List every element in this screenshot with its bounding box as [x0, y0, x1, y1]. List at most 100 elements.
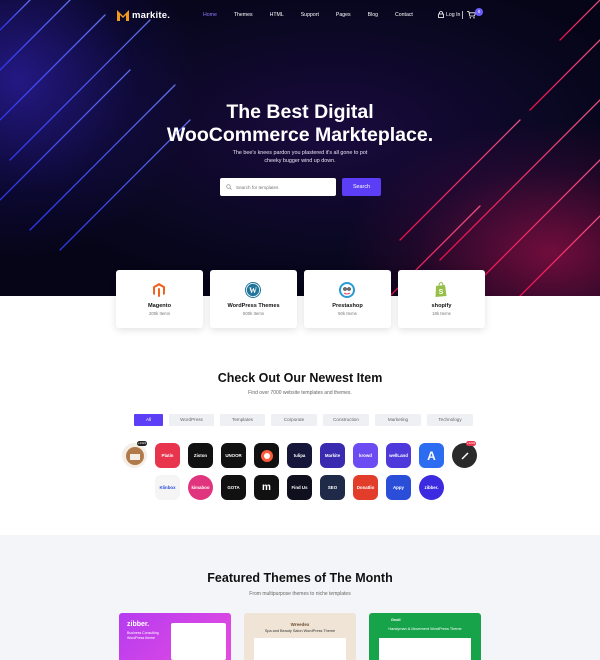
search-icon: [226, 184, 232, 190]
kimaboo-logo-icon: kimaboo: [191, 485, 210, 490]
logo-text: markite.: [132, 9, 171, 21]
tulipa-logo-icon: tulipa: [293, 453, 306, 458]
item-markite[interactable]: Markite: [320, 443, 345, 468]
filter-technology[interactable]: Technology: [427, 414, 473, 426]
platin-logo-icon: Platin: [161, 453, 174, 458]
filter-construction[interactable]: Construction: [323, 414, 369, 426]
item-gota[interactable]: GOTA: [221, 475, 246, 500]
menu-html[interactable]: HTML: [270, 12, 284, 18]
category-count: 200k Items: [148, 311, 171, 316]
item-tulipa[interactable]: tulipa: [287, 443, 312, 468]
menu-support[interactable]: Support: [301, 12, 319, 18]
featured-card-caption: Handyman & Movement WordPress Theme: [388, 627, 462, 631]
featured-card-preview: [254, 638, 346, 660]
featured-subtitle: From multipurpose themes to niche templa…: [249, 591, 351, 597]
item-unoor[interactable]: UNOOR: [221, 443, 246, 468]
menu-home[interactable]: Home: [203, 12, 217, 18]
klinbox-logo-icon: Klinbox: [159, 485, 176, 490]
item-appy[interactable]: Appy: [386, 475, 411, 500]
filter-templates[interactable]: Templates: [220, 414, 265, 426]
unoor-logo-icon: UNOOR: [225, 453, 242, 458]
item-m[interactable]: m: [254, 475, 279, 500]
featured-card-caption: Business Consulting WordPress theme: [127, 631, 159, 640]
search-input[interactable]: [236, 184, 326, 190]
filter-corporate[interactable]: Corporate: [271, 414, 317, 426]
item-zibber[interactable]: zibber.: [419, 475, 444, 500]
m-logo-icon: m: [262, 482, 271, 493]
donatlio-logo-icon: Donatlio: [356, 485, 375, 490]
menu-blog[interactable]: Blog: [368, 12, 378, 18]
appy-logo-icon: Appy: [393, 485, 404, 490]
menu-themes[interactable]: Themes: [234, 12, 253, 18]
item-tag: +1234: [466, 441, 476, 446]
newest-subtitle: Find over 7000 website templates and the…: [248, 390, 352, 396]
dollar-logo-icon: [460, 451, 469, 460]
category-card-wordpress[interactable]: W WordPress Themes 500k Items: [210, 270, 297, 328]
item-platin[interactable]: Platin: [155, 443, 180, 468]
category-name: shopify: [431, 303, 452, 309]
login-link[interactable]: Log In: [438, 11, 460, 18]
featured-card-label: Wreedex: [290, 622, 310, 627]
item-coffee[interactable]: [122, 443, 147, 468]
item-findus[interactable]: Find Us: [287, 475, 312, 500]
zibber-logo-icon: zibber.: [424, 485, 439, 490]
seo-logo-icon: SEO: [327, 485, 338, 490]
svg-text:W: W: [249, 286, 257, 295]
item-ziston[interactable]: Ziston: [188, 443, 213, 468]
site-logo[interactable]: markite.: [117, 9, 170, 21]
featured-card-geoll[interactable]: Geoll Handyman & Movement WordPress Them…: [369, 613, 481, 660]
hero-title-line1: The Best Digital: [226, 101, 374, 123]
category-count: 18k Items: [432, 311, 451, 316]
featured-card-caption: Spa and Beauty Salon WordPress Theme: [264, 629, 336, 633]
filter-tabs: All WordPress Templates Corporate Constr…: [134, 414, 473, 426]
login-label: Log In: [446, 11, 461, 18]
filter-wordpress[interactable]: WordPress: [169, 414, 214, 426]
featured-title: Featured Themes of The Month: [207, 571, 393, 585]
featured-card-wreedex[interactable]: Wreedex Spa and Beauty Salon WordPress T…: [244, 613, 356, 660]
featured-card-zibber[interactable]: zibber. Business Consulting WordPress th…: [119, 613, 231, 660]
filter-marketing[interactable]: Marketing: [375, 414, 421, 426]
magento-icon: [153, 283, 165, 297]
category-name: WordPress Themes: [227, 303, 280, 309]
featured-card-preview: [171, 623, 226, 660]
shopify-icon: S: [435, 281, 447, 297]
item-krowd[interactable]: krowd: [353, 443, 378, 468]
item-food[interactable]: [254, 443, 279, 468]
item-welland[interactable]: wellLand: [386, 443, 411, 468]
item-kimaboo[interactable]: kimaboo: [188, 475, 213, 500]
item-dollar[interactable]: [452, 443, 477, 468]
nav-divider: [462, 11, 463, 19]
search-box: [220, 178, 336, 196]
item-seo[interactable]: SEO: [320, 475, 345, 500]
coffee-logo-icon: [125, 446, 144, 465]
item-klinbox[interactable]: Klinbox: [155, 475, 180, 500]
welland-logo-icon: wellLand: [389, 453, 408, 458]
menu-pages[interactable]: Pages: [336, 12, 351, 18]
markite-logo-icon: Markite: [324, 453, 341, 458]
item-donatlio[interactable]: Donatlio: [353, 475, 378, 500]
hero-title: The Best Digital WooCommerce Markteplace…: [0, 101, 600, 147]
gota-logo-icon: GOTA: [227, 485, 240, 490]
menu-contact[interactable]: Contact: [395, 12, 413, 18]
category-card-shopify[interactable]: S shopify 18k Items: [398, 270, 485, 328]
food-logo-icon: [260, 449, 273, 462]
featured-card-label: zibber.: [127, 621, 150, 628]
markite-logo-icon: [117, 10, 129, 21]
hero-section: markite. Home Themes HTML Support Pages …: [0, 0, 600, 296]
category-card-magento[interactable]: Magento 200k Items: [116, 270, 203, 328]
hero-subtitle: The bee's knees pardon you plastered it'…: [232, 150, 368, 164]
item-a[interactable]: A: [419, 443, 444, 468]
search-button[interactable]: Search: [342, 178, 381, 196]
hero-neon-lines: [0, 0, 600, 296]
category-card-prestashop[interactable]: Prestashop 50k Items: [304, 270, 391, 328]
category-name: Prestashop: [332, 303, 363, 309]
item-tag: +1321: [137, 441, 147, 446]
prestashop-icon: [339, 282, 355, 298]
newest-title: Check Out Our Newest Item: [217, 371, 383, 385]
featured-card-label: Geoll: [391, 618, 401, 622]
svg-text:S: S: [439, 289, 444, 296]
krowd-logo-icon: krowd: [359, 453, 372, 458]
cart-count-badge: 0: [475, 8, 483, 16]
filter-all[interactable]: All: [134, 414, 163, 426]
top-navbar: markite. Home Themes HTML Support Pages …: [0, 0, 600, 32]
